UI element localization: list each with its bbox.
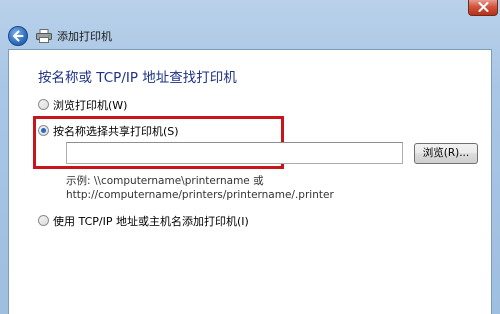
wizard-content: 按名称或 TCP/IP 地址查找打印机 浏览打印机(W) 按名称选择共享打印机(… — [8, 49, 492, 314]
example-line-2: http://computername/printers/printername… — [66, 189, 334, 201]
back-button[interactable] — [8, 26, 28, 46]
window-title: 添加打印机 — [57, 30, 112, 43]
browse-option-label: 浏览打印机(W) — [53, 99, 128, 112]
option-add-by-tcpip[interactable]: 使用 TCP/IP 地址或主机名添加打印机(I) — [38, 213, 249, 229]
tcpip-radio[interactable] — [38, 215, 49, 226]
example-line-1: 示例: \\computername\printername 或 — [66, 175, 264, 187]
tcpip-option-label: 使用 TCP/IP 地址或主机名添加打印机(I) — [53, 215, 249, 228]
window-frame: 添加打印机 按名称或 TCP/IP 地址查找打印机 浏览打印机(W) 按名称选择… — [0, 0, 500, 314]
close-button[interactable] — [468, 0, 498, 16]
printer-name-input[interactable] — [66, 142, 403, 164]
close-icon — [478, 2, 489, 12]
browse-radio[interactable] — [38, 99, 49, 110]
browse-button[interactable]: 浏览(R)... — [414, 143, 478, 164]
example-text: 示例: \\computername\printername 或 http://… — [66, 174, 334, 202]
option-browse-printers[interactable]: 浏览打印机(W) — [38, 97, 127, 113]
page-heading: 按名称或 TCP/IP 地址查找打印机 — [38, 70, 237, 86]
title-bar: 添加打印机 — [4, 22, 496, 48]
printer-icon — [36, 29, 52, 43]
back-arrow-icon — [13, 30, 24, 42]
